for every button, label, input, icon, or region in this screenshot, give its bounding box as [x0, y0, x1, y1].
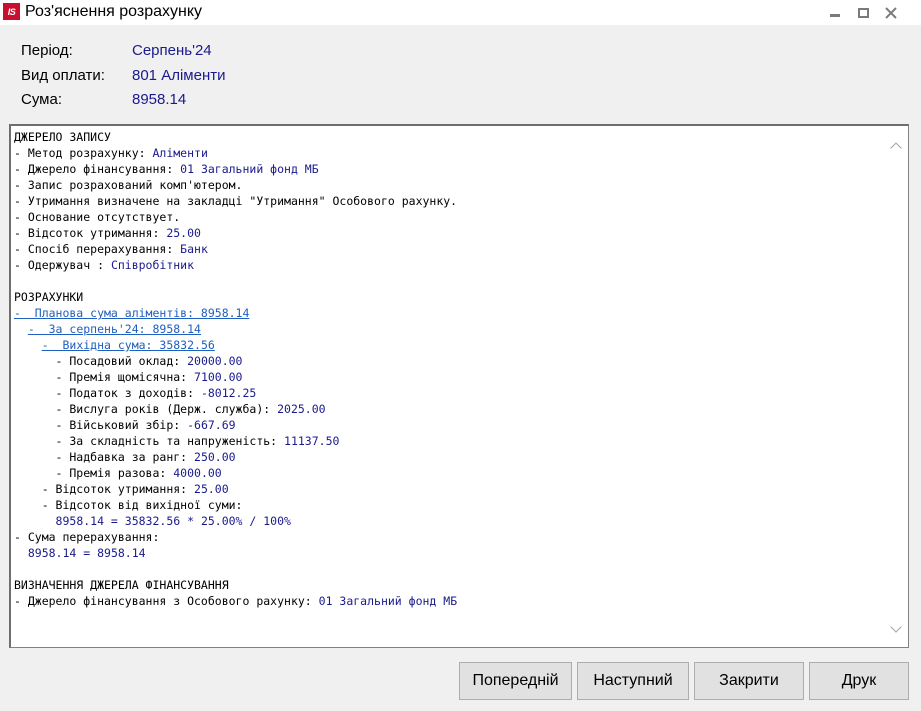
detail-label: - Вислуга років (Держ. служба): — [14, 402, 278, 416]
detail-line: - Надбавка за ранг: 250.00 — [14, 449, 884, 465]
detail-line: - Відсоток утримання: 25.00 — [14, 225, 884, 241]
detail-value: 25.00 — [194, 482, 229, 496]
detail-line: - Премія щомісячна: 7100.00 — [14, 369, 884, 385]
detail-label: - Надбавка за ранг: — [14, 450, 195, 464]
detail-label — [14, 546, 28, 560]
print-button[interactable]: Друк — [809, 662, 909, 700]
detail-value: 7100.00 — [194, 370, 243, 384]
detail-value: Аліменти — [152, 146, 208, 160]
detail-line: - Спосіб перерахування: Банк — [14, 241, 884, 257]
period-value: Серпень'24 — [132, 42, 212, 59]
detail-line: - Сума перерахування: — [14, 530, 160, 544]
detail-line: - Премія разова: 4000.00 — [14, 465, 884, 481]
previous-button[interactable]: Попередній — [459, 662, 572, 700]
detail-line: - Посадовий оклад: 20000.00 — [14, 353, 884, 369]
expandable-calc-link[interactable]: - Вихідна сума: 35832.56 — [42, 338, 215, 352]
detail-label: - Податок з доходів: — [14, 386, 201, 400]
detail-line: - Податок з доходів: -8012.25 — [14, 385, 884, 401]
detail-value: 11137.50 — [284, 434, 340, 448]
minimize-icon — [830, 14, 840, 17]
close-icon — [885, 6, 897, 19]
detail-value: 8958.14 = 8958.14 — [27, 546, 146, 560]
sum-label: Сума: — [21, 91, 62, 108]
chevron-down-icon — [890, 621, 902, 633]
period-label: Період: — [21, 42, 73, 59]
window-title: Роз'яснення розрахунку — [25, 3, 203, 20]
maximize-icon — [857, 7, 869, 18]
detail-label: - Метод розрахунку: — [14, 146, 153, 160]
detail-line: - За складність та напруженість: 11137.5… — [14, 433, 884, 449]
detail-label — [14, 514, 56, 528]
payment-type-label: Вид оплати: — [21, 67, 105, 84]
calculation-details-textarea[interactable]: ДЖЕРЕЛО ЗАПИСУ - Метод розрахунку: Алімен… — [9, 124, 909, 648]
detail-value: 01 Загальний фонд МБ — [180, 162, 319, 176]
detail-line: - Відсоток утримання: 25.00 — [14, 481, 884, 497]
detail-line: - Запис розрахований комп'ютером. — [14, 178, 243, 192]
detail-value: -667.69 — [187, 418, 236, 432]
detail-label: - Військовий збір: — [14, 418, 188, 432]
scroll-down-button[interactable] — [890, 621, 902, 635]
detail-label: - Джерело фінансування: — [14, 162, 181, 176]
maximize-button[interactable] — [850, 0, 876, 25]
detail-value: 25.00 — [166, 226, 201, 240]
detail-value: 250.00 — [194, 450, 236, 464]
title-bar: IS Роз'яснення розрахунку — [0, 0, 921, 25]
detail-label: - Премія щомісячна: — [14, 370, 195, 384]
detail-line: 8958.14 = 35832.56 * 25.00% / 100% — [14, 513, 884, 529]
close-window-button[interactable] — [878, 0, 904, 25]
detail-value: 20000.00 — [187, 354, 243, 368]
detail-value: 2025.00 — [277, 402, 326, 416]
detail-line: ВИЗНАЧЕННЯ ДЖЕРЕЛА ФІНАНСУВАННЯ — [14, 578, 229, 592]
detail-line: 8958.14 = 8958.14 — [14, 545, 884, 561]
detail-label: - Відсоток утримання: — [14, 482, 195, 496]
detail-value: Банк — [180, 242, 208, 256]
detail-value: -8012.25 — [200, 386, 257, 400]
detail-line: - Джерело фінансування: 01 Загальний фон… — [14, 161, 884, 177]
scroll-up-button[interactable] — [890, 140, 902, 154]
tree-link-line[interactable]: - За серпень'24: 8958.14 — [14, 321, 884, 337]
detail-line: - Одержувач : Співробітник — [14, 257, 884, 273]
detail-label: - Джерело фінансування з Особового рахун… — [14, 594, 319, 608]
tree-link-line[interactable]: - Планова сума аліментів: 8958.14 — [14, 305, 884, 321]
expandable-calc-link[interactable]: - За серпень'24: 8958.14 — [28, 322, 201, 336]
expandable-calc-link[interactable]: - Планова сума аліментів: 8958.14 — [14, 306, 249, 320]
tree-link-line[interactable]: - Вихідна сума: 35832.56 — [14, 337, 884, 353]
detail-label: - Одержувач : — [14, 258, 111, 272]
detail-label: - Спосіб перерахування: — [14, 242, 181, 256]
detail-label: - Премія разова: — [14, 466, 174, 480]
details-content: ДЖЕРЕЛО ЗАПИСУ - Метод розрахунку: Алімен… — [14, 129, 884, 609]
chevron-up-icon — [890, 142, 902, 154]
payment-type-value: 801 Аліменти — [132, 67, 226, 84]
detail-line: ДЖЕРЕЛО ЗАПИСУ — [14, 130, 111, 144]
detail-line: - Вислуга років (Держ. служба): 2025.00 — [14, 401, 884, 417]
detail-line: - Військовий збір: -667.69 — [14, 417, 884, 433]
detail-line: РОЗРАХУНКИ — [14, 290, 84, 304]
detail-label: - За складність та напруженість: — [14, 434, 285, 448]
detail-value: 8958.14 = 35832.56 * 25.00% / 100% — [55, 514, 291, 528]
close-button[interactable]: Закрити — [694, 662, 804, 700]
detail-value: 4000.00 — [173, 466, 222, 480]
minimize-button[interactable] — [822, 0, 848, 25]
detail-value: 01 Загальний фонд МБ — [318, 594, 458, 608]
detail-line: - Джерело фінансування з Особового рахун… — [14, 593, 884, 609]
sum-value: 8958.14 — [132, 91, 187, 108]
detail-label: - Посадовий оклад: — [14, 354, 188, 368]
app-logo-icon: IS — [3, 3, 20, 20]
detail-line: - Основание отсутствует. — [14, 210, 181, 224]
next-button[interactable]: Наступний — [577, 662, 689, 700]
detail-value: Співробітник — [110, 258, 195, 272]
detail-line: - Утримання визначене на закладці "Утрим… — [14, 194, 458, 208]
detail-line: - Відсоток від вихідної суми: — [14, 498, 243, 512]
detail-label: - Відсоток утримання: — [14, 226, 167, 240]
detail-line: - Метод розрахунку: Аліменти — [14, 145, 884, 161]
